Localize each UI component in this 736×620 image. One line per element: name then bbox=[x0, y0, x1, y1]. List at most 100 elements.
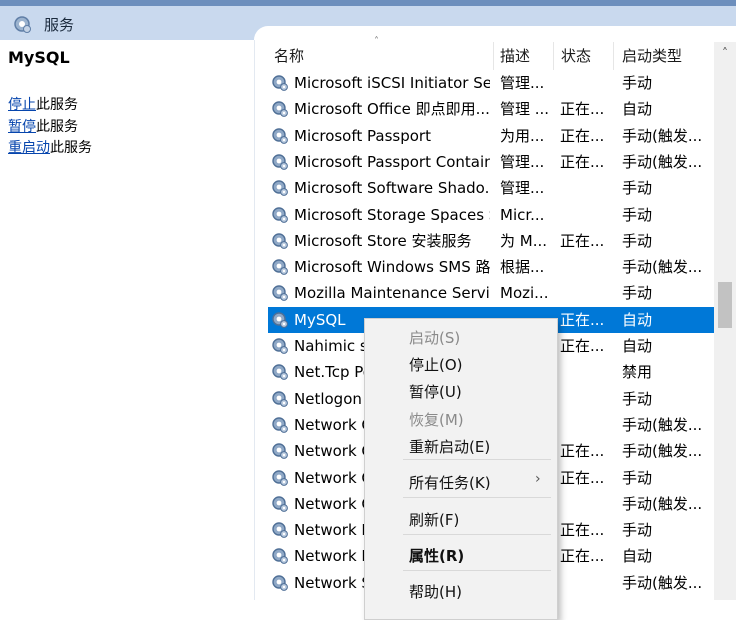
column-divider[interactable] bbox=[553, 42, 554, 70]
service-startup-type-cell: 自动 bbox=[622, 547, 653, 566]
column-header-status[interactable]: 状态 bbox=[561, 42, 591, 70]
service-startup-type-cell: 自动 bbox=[622, 100, 653, 119]
service-gear-icon bbox=[271, 100, 289, 118]
service-description-cell: 管理... bbox=[500, 74, 545, 92]
service-gear-icon bbox=[271, 337, 289, 355]
scrollbar-thumb[interactable] bbox=[718, 282, 732, 328]
menu-item-refresh[interactable]: 刷新(F) bbox=[409, 509, 459, 530]
scroll-up-icon[interactable]: ˄ bbox=[714, 42, 736, 64]
service-startup-type-cell: 手动(触发... bbox=[622, 126, 703, 145]
table-row[interactable]: Mozilla Maintenance Service Mozi... 手动 bbox=[268, 280, 714, 306]
service-startup-type-cell: 手动 bbox=[622, 179, 653, 198]
service-description-cell: 根据... bbox=[500, 258, 545, 277]
pause-service-link[interactable]: 暂停 bbox=[8, 119, 36, 135]
service-startup-type-cell: 手动(触发... bbox=[622, 494, 703, 513]
sort-ascending-icon: ˄ bbox=[374, 36, 379, 47]
table-row[interactable]: Microsoft Storage Spaces S... Micr... 手动 bbox=[268, 202, 714, 228]
service-description-cell: 为用... bbox=[500, 126, 545, 145]
content-tab bbox=[254, 26, 736, 42]
context-menu: 启动(S) 停止(O) 暂停(U) 恢复(M) 重新启动(E) 所有任务(K) … bbox=[364, 318, 558, 620]
vertical-scrollbar[interactable]: ˄ bbox=[714, 42, 736, 600]
pause-service-action: 暂停此服务 bbox=[8, 116, 78, 136]
column-divider[interactable] bbox=[613, 42, 614, 70]
service-name-cell: Microsoft Office 即点即用... bbox=[294, 100, 490, 119]
pause-service-suffix: 此服务 bbox=[36, 119, 78, 135]
service-startup-type-cell: 手动(触发... bbox=[622, 415, 703, 434]
service-startup-type-cell: 手动 bbox=[622, 521, 653, 540]
service-description-cell: Mozi... bbox=[500, 284, 549, 303]
submenu-arrow-icon: › bbox=[535, 471, 541, 487]
service-startup-type-cell: 手动 bbox=[622, 468, 653, 487]
service-name-cell: Microsoft Storage Spaces S... bbox=[294, 205, 490, 224]
services-gear-icon bbox=[14, 16, 31, 33]
service-status-cell: 正在... bbox=[560, 442, 605, 461]
service-status-cell: 正在... bbox=[560, 337, 605, 355]
service-startup-type-cell: 手动(触发... bbox=[622, 258, 703, 277]
service-gear-icon bbox=[271, 206, 289, 224]
service-status-cell: 正在... bbox=[560, 468, 605, 487]
table-row[interactable]: Microsoft Software Shado... 管理... 手动 bbox=[268, 175, 714, 201]
service-startup-type-cell: 自动 bbox=[622, 337, 653, 355]
service-name-cell: Microsoft Windows SMS 路... bbox=[294, 258, 490, 277]
service-name-cell: Microsoft iSCSI Initiator Ser... bbox=[294, 74, 490, 92]
menu-item-help[interactable]: 帮助(H) bbox=[409, 581, 462, 602]
service-startup-type-cell: 手动 bbox=[622, 205, 653, 224]
service-gear-icon bbox=[271, 153, 289, 171]
service-status-cell: 正在... bbox=[560, 100, 605, 119]
stop-service-link[interactable]: 停止 bbox=[8, 97, 36, 113]
service-gear-icon bbox=[271, 495, 289, 513]
service-startup-type-cell: 自动 bbox=[622, 310, 653, 329]
service-startup-type-cell: 手动 bbox=[622, 231, 653, 250]
menu-separator bbox=[403, 459, 551, 460]
stop-service-action: 停止此服务 bbox=[8, 94, 78, 114]
menu-item-pause[interactable]: 暂停(U) bbox=[409, 381, 462, 402]
menu-item-all-tasks[interactable]: 所有任务(K) bbox=[409, 472, 491, 493]
service-description-cell: 管理 ... bbox=[500, 100, 550, 119]
menu-item-restart[interactable]: 重新启动(E) bbox=[409, 436, 490, 457]
menu-item-properties[interactable]: 属性(R) bbox=[409, 545, 464, 566]
service-status-cell: 正在... bbox=[560, 521, 605, 540]
service-gear-icon bbox=[271, 574, 289, 592]
service-startup-type-cell: 禁用 bbox=[622, 363, 653, 382]
column-header-name[interactable]: 名称 bbox=[274, 42, 304, 70]
menu-item-stop[interactable]: 停止(O) bbox=[409, 354, 463, 375]
description-pane: MySQL 停止此服务 暂停此服务 重启动此服务 bbox=[0, 40, 255, 600]
service-description-cell: 为 M... bbox=[500, 231, 548, 250]
service-gear-icon bbox=[271, 547, 289, 565]
menu-item-resume: 恢复(M) bbox=[409, 411, 464, 429]
restart-service-link[interactable]: 重启动 bbox=[8, 140, 50, 156]
service-description-cell: 管理... bbox=[500, 179, 545, 198]
service-gear-icon bbox=[271, 258, 289, 276]
service-gear-icon bbox=[271, 74, 289, 92]
service-gear-icon bbox=[271, 179, 289, 197]
table-row[interactable]: Microsoft Passport 为用... 正在... 手动(触发... bbox=[268, 123, 714, 149]
menu-separator bbox=[403, 497, 551, 498]
table-row[interactable]: Microsoft Office 即点即用... 管理 ... 正在... 自动 bbox=[268, 96, 714, 122]
service-description-cell: 管理... bbox=[500, 152, 545, 171]
selected-service-name: MySQL bbox=[8, 48, 70, 67]
service-gear-icon bbox=[271, 390, 289, 408]
service-startup-type-cell: 手动 bbox=[622, 74, 653, 92]
service-gear-icon bbox=[271, 416, 289, 434]
service-name-cell: Microsoft Software Shado... bbox=[294, 179, 490, 198]
table-row[interactable]: Microsoft iSCSI Initiator Ser... 管理... 手动 bbox=[268, 70, 714, 96]
service-status-cell: 正在... bbox=[560, 152, 605, 171]
service-name-cell: Microsoft Passport Container bbox=[294, 152, 490, 171]
service-description-cell: Micr... bbox=[500, 205, 545, 224]
stop-service-suffix: 此服务 bbox=[36, 97, 78, 113]
service-name-cell: Mozilla Maintenance Service bbox=[294, 284, 490, 303]
column-header-startup-type[interactable]: 启动类型 bbox=[622, 42, 682, 70]
service-gear-icon bbox=[271, 284, 289, 302]
service-gear-icon bbox=[271, 127, 289, 145]
window-title: 服务 bbox=[44, 16, 75, 34]
table-row[interactable]: Microsoft Windows SMS 路... 根据... 手动(触发... bbox=[268, 254, 714, 280]
table-row[interactable]: Microsoft Store 安装服务 为 M... 正在... 手动 bbox=[268, 228, 714, 254]
column-divider[interactable] bbox=[493, 42, 494, 70]
restart-service-action: 重启动此服务 bbox=[8, 137, 92, 157]
service-startup-type-cell: 手动 bbox=[622, 284, 653, 303]
service-status-cell: 正在... bbox=[560, 126, 605, 145]
restart-service-suffix: 此服务 bbox=[50, 140, 92, 156]
column-header-description[interactable]: 描述 bbox=[500, 42, 530, 70]
table-row[interactable]: Microsoft Passport Container 管理... 正在... 手动… bbox=[268, 149, 714, 175]
service-startup-type-cell: 手动(触发... bbox=[622, 442, 703, 461]
